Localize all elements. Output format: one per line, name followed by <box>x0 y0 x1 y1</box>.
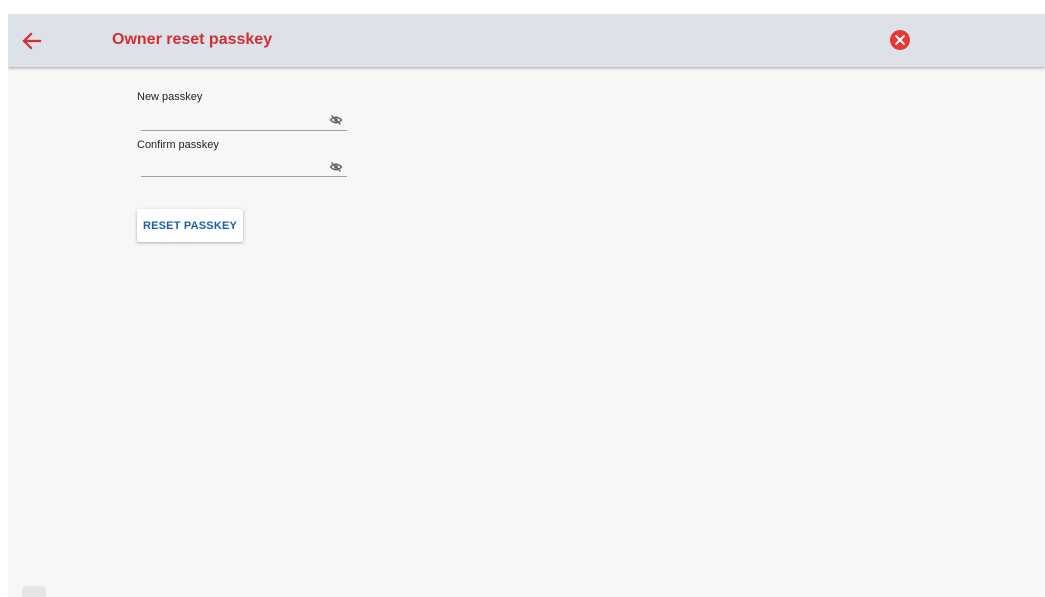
corner-handle <box>22 586 46 597</box>
close-circle-icon <box>890 30 910 50</box>
new-passkey-underline <box>141 130 347 131</box>
confirm-passkey-input[interactable] <box>141 158 321 176</box>
reset-passkey-button[interactable]: RESET PASSKEY <box>137 209 243 242</box>
page-title: Owner reset passkey <box>112 31 273 48</box>
app-bar: Owner reset passkey <box>8 14 1045 67</box>
new-passkey-input[interactable] <box>141 111 321 129</box>
app-screen: Owner reset passkey New passkey Confirm … <box>8 14 1045 597</box>
confirm-passkey-underline <box>141 176 347 177</box>
eye-off-icon[interactable] <box>329 160 343 174</box>
eye-off-icon[interactable] <box>329 113 343 127</box>
back-button[interactable] <box>18 27 46 55</box>
close-button[interactable] <box>889 29 911 51</box>
new-passkey-label: New passkey <box>137 91 203 103</box>
arrow-left-icon <box>22 32 42 50</box>
confirm-passkey-label: Confirm passkey <box>137 139 219 151</box>
